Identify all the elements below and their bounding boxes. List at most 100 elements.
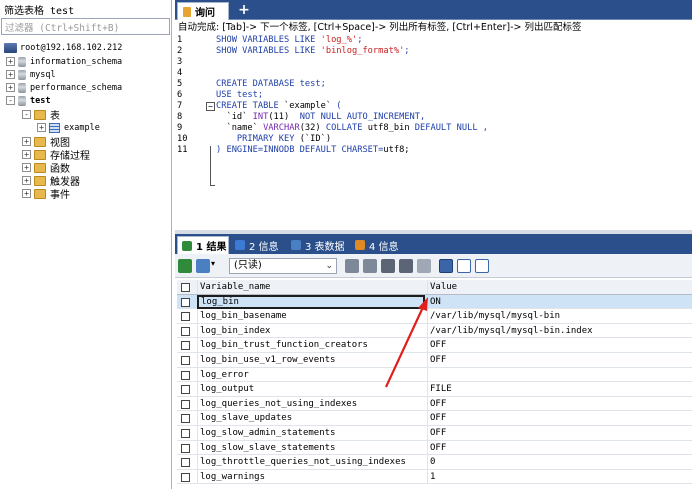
new-tab-button[interactable]: + — [233, 2, 255, 18]
variable-name-cell[interactable]: log_bin_index — [197, 323, 425, 338]
result-tab[interactable]: 2 信息 — [231, 236, 285, 254]
table-row[interactable]: log_throttle_queries_not_using_indexes 0 — [177, 455, 692, 470]
table-row[interactable]: log_queries_not_using_indexes OFF — [177, 396, 692, 412]
row-checkbox[interactable] — [181, 370, 190, 380]
tree-item[interactable]: - test — [6, 94, 50, 107]
row-checkbox[interactable] — [181, 458, 190, 468]
variable-name-cell[interactable]: log_warnings — [197, 469, 425, 484]
expand-icon[interactable]: + — [22, 163, 31, 172]
row-checkbox[interactable] — [181, 356, 190, 365]
table-row[interactable]: log_bin ON — [177, 294, 692, 310]
table-row[interactable]: log_warnings 1 — [177, 469, 692, 485]
variable-name-cell[interactable]: log_throttle_queries_not_using_indexes — [197, 455, 425, 470]
expand-icon[interactable]: + — [22, 150, 31, 159]
query-tab-label: 询问 — [195, 8, 215, 19]
value-cell[interactable]: /var/lib/mysql/mysql-bin.index — [427, 323, 690, 338]
row-checkbox[interactable] — [181, 443, 190, 453]
value-cell[interactable]: ON — [427, 294, 690, 309]
tree-item[interactable]: root@192.168.102.212 — [4, 41, 122, 54]
grid-view-icon[interactable] — [439, 259, 453, 273]
value-cell[interactable]: OFF — [427, 353, 690, 367]
tree-item[interactable]: -表 — [22, 108, 60, 122]
collapse-icon[interactable]: - — [22, 110, 31, 119]
table-row[interactable]: log_bin_index/var/lib/mysql/mysql-bin.in… — [177, 323, 692, 339]
row-checkbox[interactable] — [181, 385, 190, 395]
expand-icon[interactable]: + — [22, 137, 31, 146]
expand-icon[interactable]: + — [6, 83, 15, 92]
variable-name-cell[interactable]: log_queries_not_using_indexes — [197, 396, 425, 411]
value-cell[interactable]: OFF — [427, 396, 690, 411]
expand-icon[interactable]: + — [37, 123, 46, 132]
value-cell[interactable]: 0 — [427, 455, 690, 470]
row-checkbox[interactable] — [181, 341, 190, 351]
expand-icon[interactable]: + — [22, 189, 31, 198]
table-row[interactable]: log_bin_basename/var/lib/mysql/mysql-bin — [177, 309, 692, 324]
row-checkbox[interactable] — [181, 312, 190, 322]
value-cell[interactable]: 1 — [427, 469, 690, 484]
table-row[interactable]: log_bin_trust_function_creators OFF — [177, 338, 692, 353]
variable-name-cell[interactable]: log_bin_trust_function_creators — [197, 338, 425, 353]
query-tab[interactable]: 询问 — [177, 2, 229, 20]
value-cell[interactable]: OFF — [427, 426, 690, 440]
variable-name-cell[interactable]: log_slow_admin_statements — [197, 426, 425, 440]
column-header[interactable]: Variable_name — [197, 280, 425, 294]
result-tab[interactable]: 4 信息 — [351, 236, 409, 254]
variable-name-cell[interactable]: log_slave_updates — [197, 411, 425, 426]
expand-icon[interactable]: + — [22, 176, 31, 185]
export-icon[interactable] — [178, 259, 192, 273]
expand-icon[interactable]: + — [6, 57, 15, 66]
database-icon — [18, 82, 26, 93]
table-row[interactable]: log_bin_use_v1_row_events OFF — [177, 353, 692, 368]
object-browser: 筛选表格 test 过滤器 (Ctrl+Shift+B) root@192.16… — [0, 0, 172, 489]
form-view-icon[interactable] — [457, 259, 471, 273]
tree-item[interactable]: + 事件 — [22, 187, 70, 201]
variable-name-cell[interactable]: log_bin_basename — [197, 309, 425, 324]
row-checkbox[interactable] — [181, 414, 190, 424]
result-tab[interactable]: 1 结果 — [177, 236, 229, 254]
column-header[interactable]: Value — [427, 280, 690, 294]
row-checkbox[interactable] — [181, 472, 190, 482]
variable-name-cell[interactable]: log_bin_use_v1_row_events — [197, 353, 425, 367]
filter-input[interactable]: 过滤器 (Ctrl+Shift+B) — [1, 18, 170, 35]
value-cell[interactable]: OFF — [427, 440, 690, 455]
text-view-icon[interactable] — [475, 259, 489, 273]
select-all-checkbox[interactable] — [181, 283, 190, 292]
value-cell[interactable] — [427, 367, 690, 382]
value-cell[interactable]: OFF — [427, 411, 690, 426]
tree-item[interactable]: + information_schema — [6, 55, 122, 68]
table-row[interactable]: log_output FILE — [177, 382, 692, 397]
result-tab[interactable]: 3 表数据 — [287, 236, 349, 254]
row-checkbox[interactable] — [181, 326, 190, 336]
expand-icon[interactable]: + — [6, 70, 15, 79]
delete-icon[interactable] — [399, 259, 413, 273]
row-checkbox[interactable] — [181, 297, 190, 307]
table-row[interactable]: log_slow_admin_statements OFF — [177, 426, 692, 441]
variable-name-cell[interactable]: log_slow_slave_statements — [197, 440, 425, 455]
tree-item[interactable]: + example — [37, 121, 100, 134]
row-checkbox[interactable] — [181, 429, 190, 438]
variable-name-cell[interactable]: log_error — [197, 367, 425, 382]
variable-name-cell[interactable]: log_bin — [197, 294, 425, 309]
result-tab-label: 3 表数据 — [305, 241, 345, 253]
duplicate-icon[interactable] — [363, 259, 377, 273]
copy-row-icon[interactable] — [345, 259, 359, 273]
table-row[interactable]: log_slave_updates OFF — [177, 411, 692, 426]
cancel-icon[interactable] — [417, 259, 431, 273]
fold-icon[interactable]: − — [206, 102, 215, 111]
dropdown-icon[interactable]: ▾ — [211, 259, 219, 273]
value-cell[interactable]: OFF — [427, 338, 690, 353]
tree-item[interactable]: + performance_schema — [6, 81, 122, 94]
tree-item[interactable]: + mysql — [6, 68, 56, 81]
table-row[interactable]: log_error — [177, 367, 692, 383]
value-cell[interactable]: FILE — [427, 382, 690, 397]
value-cell[interactable]: /var/lib/mysql/mysql-bin — [427, 309, 690, 324]
table-row[interactable]: log_slow_slave_statements OFF — [177, 440, 692, 456]
save-icon[interactable] — [381, 259, 395, 273]
import-icon[interactable] — [196, 259, 210, 273]
code-line: 7 − CREATE TABLE `example` ( — [175, 101, 692, 112]
collapse-icon[interactable]: - — [6, 96, 15, 105]
row-checkbox[interactable] — [181, 399, 190, 409]
readonly-select[interactable]: (只读) ⌄ — [229, 258, 337, 274]
sql-editor[interactable]: 1 SHOW VARIABLES LIKE 'log_%'; 2 SHOW VARIA… — [175, 35, 692, 230]
variable-name-cell[interactable]: log_output — [197, 382, 425, 397]
